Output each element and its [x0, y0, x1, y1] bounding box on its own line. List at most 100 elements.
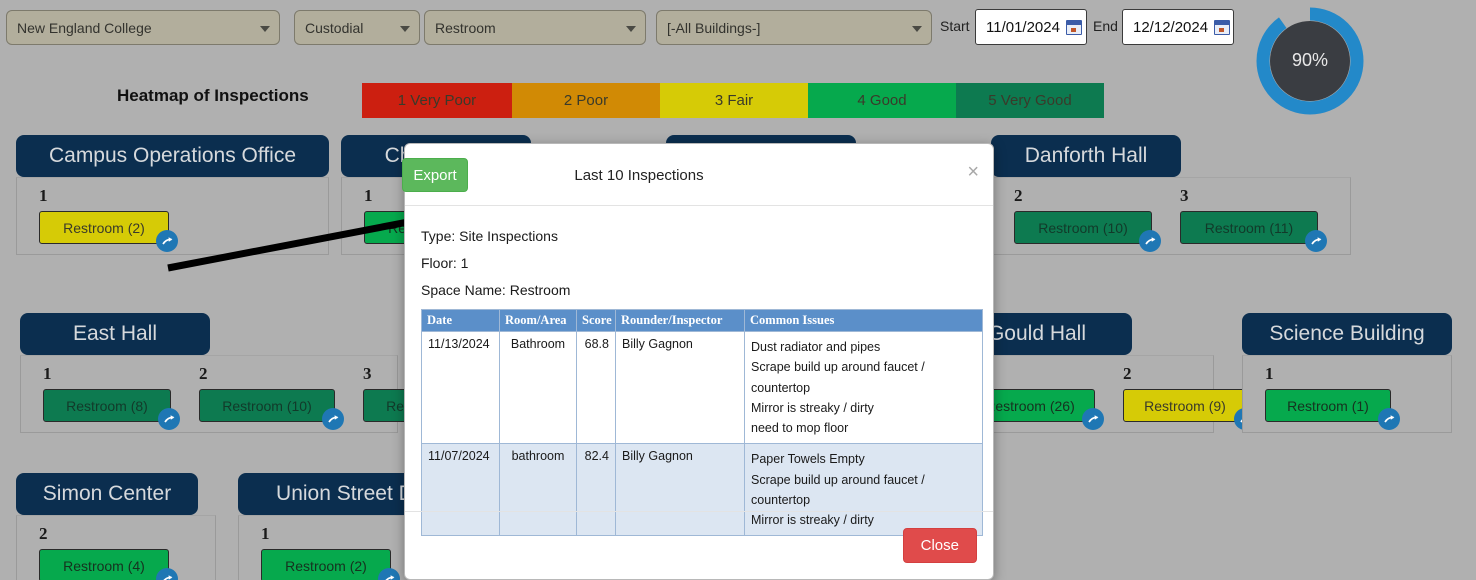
issue-line: need to mop floor [751, 421, 849, 435]
space-chip-label: Restroom (4) [63, 557, 145, 574]
drill-down-arrow-icon[interactable] [1082, 408, 1104, 430]
space-chip[interactable]: Restroom (1) [1265, 389, 1400, 430]
cell-room: Bathroom [499, 330, 577, 445]
modal-header: Last 10 Inspections × [405, 144, 993, 206]
space-chip[interactable]: Restroom (4) [39, 549, 178, 580]
issue-line: Scrape build up around faucet / countert… [751, 472, 925, 507]
inspection-dashboard: New England College Custodial Restroom [… [0, 0, 1476, 580]
building-name[interactable]: Science Building [1242, 313, 1452, 355]
floor-number: 2 [1123, 364, 1132, 383]
table-header-row: Date Room/Area Score Rounder/Inspector C… [421, 309, 983, 332]
building-floors: 1 Restroom (1) [1242, 355, 1452, 433]
column-header-room: Room/Area [499, 309, 577, 332]
legend-cell-5[interactable]: 5 Very Good [956, 83, 1104, 118]
floor-column: 2 Restroom (4) [39, 524, 178, 580]
issue-line: Paper Towels Empty [751, 452, 865, 467]
building-floors: 1Restroom (8)2Restroom (10)3Restroom (3) [20, 355, 500, 433]
end-date-field[interactable]: 12/12/2024 [1122, 9, 1234, 45]
gauge-value: 90% [1291, 50, 1329, 70]
organization-select[interactable]: New England College [6, 10, 280, 45]
space-type-select[interactable]: Restroom [424, 10, 646, 45]
meta-type: Type: Site Inspections [421, 228, 558, 244]
export-button[interactable]: Export [402, 158, 468, 192]
space-chip-label: Restroom (1) [1287, 397, 1369, 414]
drill-down-arrow-icon[interactable] [322, 408, 344, 430]
floor-column: 2 Restroom (10) [1014, 186, 1161, 252]
inspections-modal: Last 10 Inspections × Type: Site Inspect… [404, 143, 994, 580]
chevron-down-icon [626, 25, 636, 32]
building-card: Danforth Hall 2 Restroom (10) 3 Restroom (11… [991, 135, 1351, 255]
space-chip-label: Restroom (26) [985, 397, 1075, 414]
issue-line: Dust radiator and pipes [751, 340, 881, 354]
column-header-date: Date [421, 309, 500, 332]
calendar-icon[interactable] [1065, 19, 1082, 35]
start-date-field[interactable]: 11/01/2024 [975, 9, 1087, 45]
legend-cell-2[interactable]: 2 Poor [512, 83, 660, 118]
score-gauge: 90% [1252, 6, 1368, 116]
building-card: Simon Center 2 Restroom (4) [16, 473, 216, 580]
building-name[interactable]: Danforth Hall [991, 135, 1181, 177]
start-date-value: 11/01/2024 [986, 18, 1060, 36]
close-icon[interactable]: × [967, 162, 979, 182]
building-name[interactable]: Campus Operations Office [16, 135, 329, 177]
space-type-select-value: Restroom [435, 19, 496, 36]
heatmap-legend: 1 Very Poor 2 Poor 3 Fair 4 Good 5 Very Good [362, 83, 1104, 118]
space-chip-label: Restroom (2) [63, 219, 145, 236]
end-date-label: End [1093, 18, 1118, 34]
start-date-label: Start [940, 18, 970, 34]
space-chip[interactable]: Restroom (8) [43, 389, 180, 430]
building-card: Campus Operations Office 1 Restroom (2) [16, 135, 329, 255]
building-card: East Hall1Restroom (8)2Restroom (10)3Res… [20, 313, 500, 433]
building-select[interactable]: [-All Buildings-] [656, 10, 932, 45]
drill-down-arrow-icon[interactable] [158, 408, 180, 430]
legend-cell-label: 1 Very Poor [397, 92, 477, 109]
cell-score: 68.8 [576, 330, 616, 445]
legend-cell-label: 4 Good [857, 92, 907, 109]
floor-number: 3 [1180, 186, 1189, 205]
modal-body: Type: Site Inspections Floor: 1 Space Na… [405, 206, 993, 537]
cell-issues: Dust radiator and pipes Scrape build up a… [744, 330, 983, 445]
floor-number: 1 [1265, 364, 1274, 383]
building-floors: 2 Restroom (4) [16, 515, 216, 580]
chevron-down-icon [400, 25, 410, 32]
close-button[interactable]: Close [902, 528, 977, 563]
floor-number: 1 [261, 524, 270, 543]
space-chip[interactable]: Restroom (2) [261, 549, 400, 580]
modal-title: Last 10 Inspections [574, 167, 704, 184]
space-chip[interactable]: Restroom (10) [1014, 211, 1161, 252]
floor-number: 1 [39, 186, 48, 205]
table-row: 11/13/2024 Bathroom 68.8 Billy Gagnon Dust r… [421, 330, 983, 445]
drill-down-arrow-icon[interactable] [1139, 230, 1161, 252]
space-chip[interactable]: Restroom (9) [1123, 389, 1256, 430]
cell-inspector: Billy Gagnon [615, 330, 745, 445]
space-chip[interactable]: Restroom (2) [39, 211, 178, 252]
floor-column: 1 Restroom (8) [43, 364, 180, 430]
floor-column: 2 Restroom (9) [1123, 364, 1256, 430]
end-date-value: 12/12/2024 [1133, 18, 1209, 36]
legend-cell-4[interactable]: 4 Good [808, 83, 956, 118]
floor-number: 1 [43, 364, 52, 383]
department-select[interactable]: Custodial [294, 10, 420, 45]
drill-down-arrow-icon[interactable] [156, 568, 178, 580]
space-chip-label: Restroom (10) [1038, 219, 1128, 236]
building-name[interactable]: East Hall [20, 313, 210, 355]
space-chip-label: Restroom (9) [1144, 397, 1226, 414]
inspections-table: Date Room/Area Score Rounder/Inspector C… [421, 309, 983, 537]
space-chip-label: Restroom (11) [1204, 219, 1294, 236]
building-name[interactable]: Simon Center [16, 473, 198, 515]
calendar-icon[interactable] [1214, 19, 1231, 35]
drill-down-arrow-icon[interactable] [378, 568, 400, 580]
space-chip[interactable]: Restroom (11) [1180, 211, 1327, 252]
drill-down-arrow-icon[interactable] [1378, 408, 1400, 430]
legend-cell-label: 3 Fair [714, 92, 754, 109]
legend-cell-1[interactable]: 1 Very Poor [362, 83, 512, 118]
drill-down-arrow-icon[interactable] [156, 230, 178, 252]
space-chip-label: Restroom (8) [66, 397, 148, 414]
legend-cell-3[interactable]: 3 Fair [660, 83, 808, 118]
column-header-score: Score [576, 309, 616, 332]
legend-cell-label: 5 Very Good [988, 92, 1072, 109]
space-chip[interactable]: Restroom (10) [199, 389, 344, 430]
issue-line: Scrape build up around faucet / countert… [751, 360, 925, 395]
meta-space: Space Name: Restroom [421, 282, 571, 298]
drill-down-arrow-icon[interactable] [1305, 230, 1327, 252]
